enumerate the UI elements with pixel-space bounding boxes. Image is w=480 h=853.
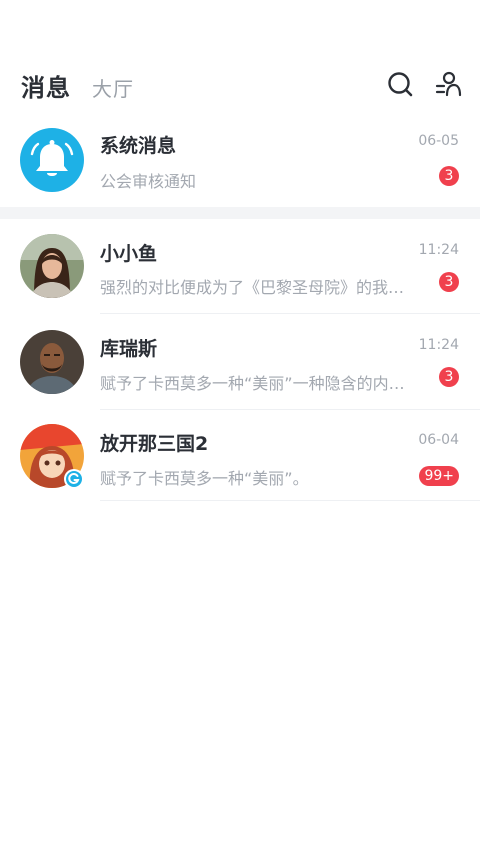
conversation-name: 放开那三国2 [100,433,209,455]
unread-badge: 99+ [419,466,459,486]
avatar [20,330,84,394]
unread-badge: 3 [439,367,459,387]
conversation-time: 11:24 [418,242,459,258]
avatar [20,234,84,298]
bell-icon [20,128,84,192]
conversation-time: 11:24 [418,337,459,353]
conversation-item[interactable]: 库瑞斯 11:24 赋予了卡西莫多一种“美丽”一种隐含的内… 3 [0,315,480,411]
user-list-icon[interactable] [434,70,462,98]
conversation-item-system[interactable]: 系统消息 06-05 公会审核通知 3 [0,112,480,208]
conversation-name: 系统消息 [100,135,177,157]
conversation-preview: 赋予了卡西莫多一种“美丽”。 [100,469,309,488]
conversation-preview: 赋予了卡西莫多一种“美丽”一种隐含的内… [100,374,405,393]
game-badge-icon [64,469,84,489]
tab-lobby[interactable]: 大厅 [92,73,134,102]
search-icon[interactable] [386,70,414,98]
tab-messages[interactable]: 消息 [21,68,71,103]
conversation-preview: 公会审核通知 [100,172,197,191]
row-divider [100,500,480,501]
conversation-time: 06-04 [418,432,459,448]
conversation-time: 06-05 [418,133,459,149]
conversation-preview: 强烈的对比便成为了《巴黎圣母院》的我… [100,278,405,297]
top-bar: 消息 大厅 [0,60,480,112]
conversation-item[interactable]: 小小鱼 11:24 强烈的对比便成为了《巴黎圣母院》的我… 3 [0,219,480,315]
unread-badge: 3 [439,166,459,186]
conversation-name: 小小鱼 [100,243,158,265]
row-divider [100,313,480,314]
section-divider [0,207,480,219]
unread-badge: 3 [439,272,459,292]
conversation-item[interactable]: 放开那三国2 06-04 赋予了卡西莫多一种“美丽”。 99+ [0,410,480,506]
conversation-name: 库瑞斯 [100,338,158,360]
